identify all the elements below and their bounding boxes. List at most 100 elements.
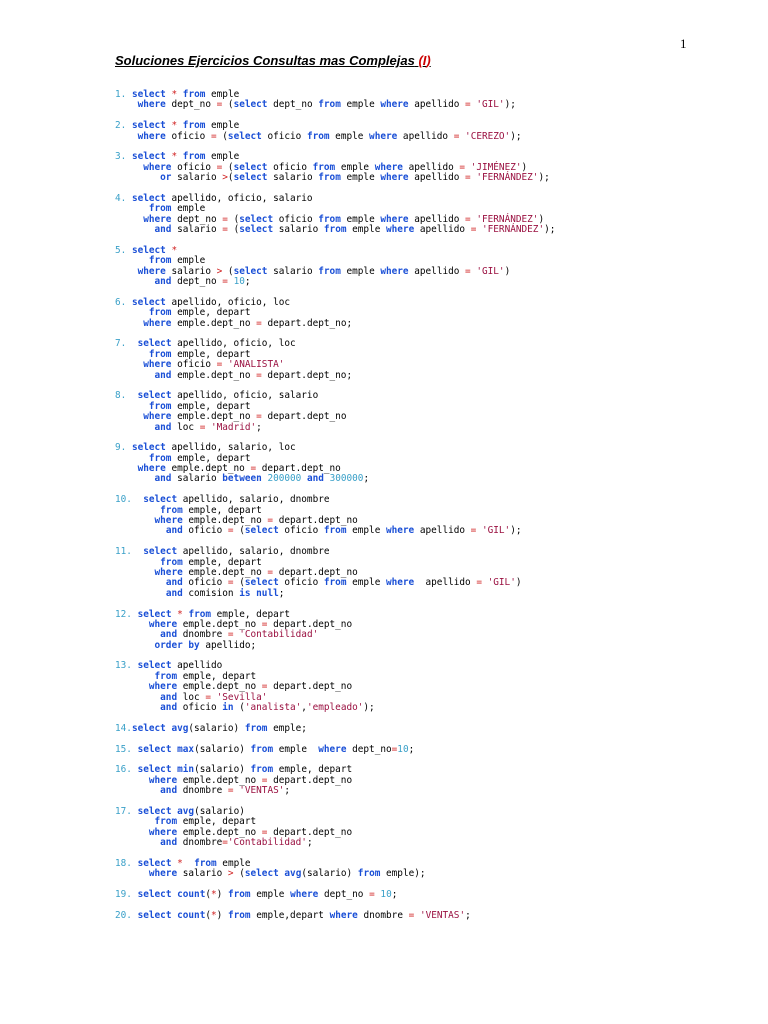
code-text: emple, depart	[171, 307, 251, 319]
exercise-number: 13.	[115, 660, 132, 672]
exercise-block: 17. select avg(salario) from emple, depa…	[115, 805, 555, 849]
exercise-number: 10.	[115, 494, 132, 506]
code-text: apellido	[414, 525, 471, 537]
sql-keyword: select	[233, 172, 268, 184]
exercise-number: 19.	[115, 889, 132, 901]
string-literal: 'Contabilidad'	[239, 629, 319, 641]
code-text: emple	[346, 525, 386, 537]
code-text: (salario)	[194, 764, 251, 776]
exercise-number: 3.	[115, 151, 127, 163]
sql-keyword: avg	[284, 868, 302, 880]
code-text: emple.dept_no	[171, 369, 257, 381]
sql-keyword: select	[233, 265, 268, 277]
string-literal: 'GIL'	[481, 525, 511, 537]
sql-keyword: from	[306, 130, 330, 142]
exercise-block: 19. select count(*) from emple where dep…	[115, 889, 555, 901]
sql-keyword: where	[154, 515, 183, 527]
code-text: emple, depart	[171, 348, 251, 360]
code-text: ;	[284, 785, 291, 797]
sql-keyword: from	[250, 743, 274, 755]
exercise-number: 5.	[115, 244, 127, 256]
sql-keyword: from	[148, 307, 172, 319]
sql-keyword: where	[137, 265, 166, 277]
exercise-block: 4. select apellido, oficio, salario from…	[115, 192, 555, 236]
code-line: where emple.dept_no = depart.dept_no;	[115, 318, 555, 329]
sql-keyword: and	[154, 369, 172, 381]
code-text: apellido	[397, 130, 454, 142]
sql-keyword: where	[380, 265, 409, 277]
code-text: ;	[278, 587, 285, 599]
sql-keyword: from	[154, 816, 178, 828]
sql-keyword: select	[137, 608, 172, 620]
string-literal: 'VENTAS'	[239, 785, 285, 797]
code-text: dept_no	[346, 743, 392, 755]
exercise-block: 1. select * from emple where dept_no = (…	[115, 89, 555, 111]
sql-keyword: and	[154, 473, 172, 485]
code-text: );	[510, 130, 522, 142]
sql-keyword: where	[369, 130, 398, 142]
string-literal: 'Contabilidad'	[227, 837, 307, 849]
exercise-block: 8. select apellido, oficio, salario from…	[115, 391, 555, 433]
code-line: 15. select max(salario) from emple where…	[115, 743, 555, 755]
exercise-number: 20.	[115, 909, 132, 921]
sql-keyword: select	[137, 764, 172, 776]
sql-keyword: select	[131, 442, 166, 454]
code-text: )	[216, 909, 228, 921]
code-text: (salario)	[301, 868, 358, 880]
title-text: Soluciones Ejercicios Consultas mas Comp…	[115, 53, 415, 68]
code-text: emple	[171, 255, 206, 267]
sql-keyword: where	[137, 130, 166, 142]
string-literal: 'CEREZO'	[465, 130, 511, 142]
code-text: emple, depart	[273, 764, 353, 776]
code-text: emple, depart	[182, 556, 262, 568]
sql-keyword: from	[318, 265, 341, 277]
code-text: depart.dept_no;	[261, 369, 353, 381]
title-close-paren: )	[426, 53, 431, 68]
code-text: oficio	[278, 577, 324, 589]
code-line: and oficio in ('analista','empleado');	[115, 702, 555, 713]
sql-keyword: select	[131, 192, 166, 204]
code-text: emple	[340, 265, 381, 277]
sql-keyword: from	[194, 857, 217, 869]
sql-keyword: from	[148, 400, 172, 412]
string-literal: 'GIL'	[476, 99, 505, 111]
sql-keyword: select	[131, 151, 166, 163]
sql-keyword: min	[177, 764, 195, 776]
code-text: apellido	[414, 577, 477, 589]
sql-keyword: where	[148, 826, 178, 838]
sql-keyword: select	[143, 494, 178, 506]
exercise-block: 12. select * from emple, depart where em…	[115, 608, 555, 652]
code-text: emple	[273, 743, 319, 755]
code-line: order by apellido;	[115, 640, 555, 651]
sql-keyword: where	[386, 224, 415, 236]
code-text: (salario)	[194, 805, 245, 817]
code-text: oficio	[278, 525, 324, 537]
exercise-block: 20. select count(*) from emple,depart wh…	[115, 909, 555, 921]
sql-keyword: where	[290, 889, 319, 901]
code-text: emple;	[267, 722, 307, 734]
exercise-list: 1. select * from emple where dept_no = (…	[115, 89, 555, 932]
sql-keyword: from	[357, 868, 381, 880]
code-text: emple);	[380, 868, 426, 880]
sql-keyword: select	[131, 244, 166, 256]
sql-keyword: from	[318, 99, 341, 111]
code-text: (	[227, 224, 240, 236]
page-title: Soluciones Ejercicios Consultas mas Comp…	[115, 53, 431, 68]
exercise-block: 6. select apellido, oficio, loc from emp…	[115, 297, 555, 329]
